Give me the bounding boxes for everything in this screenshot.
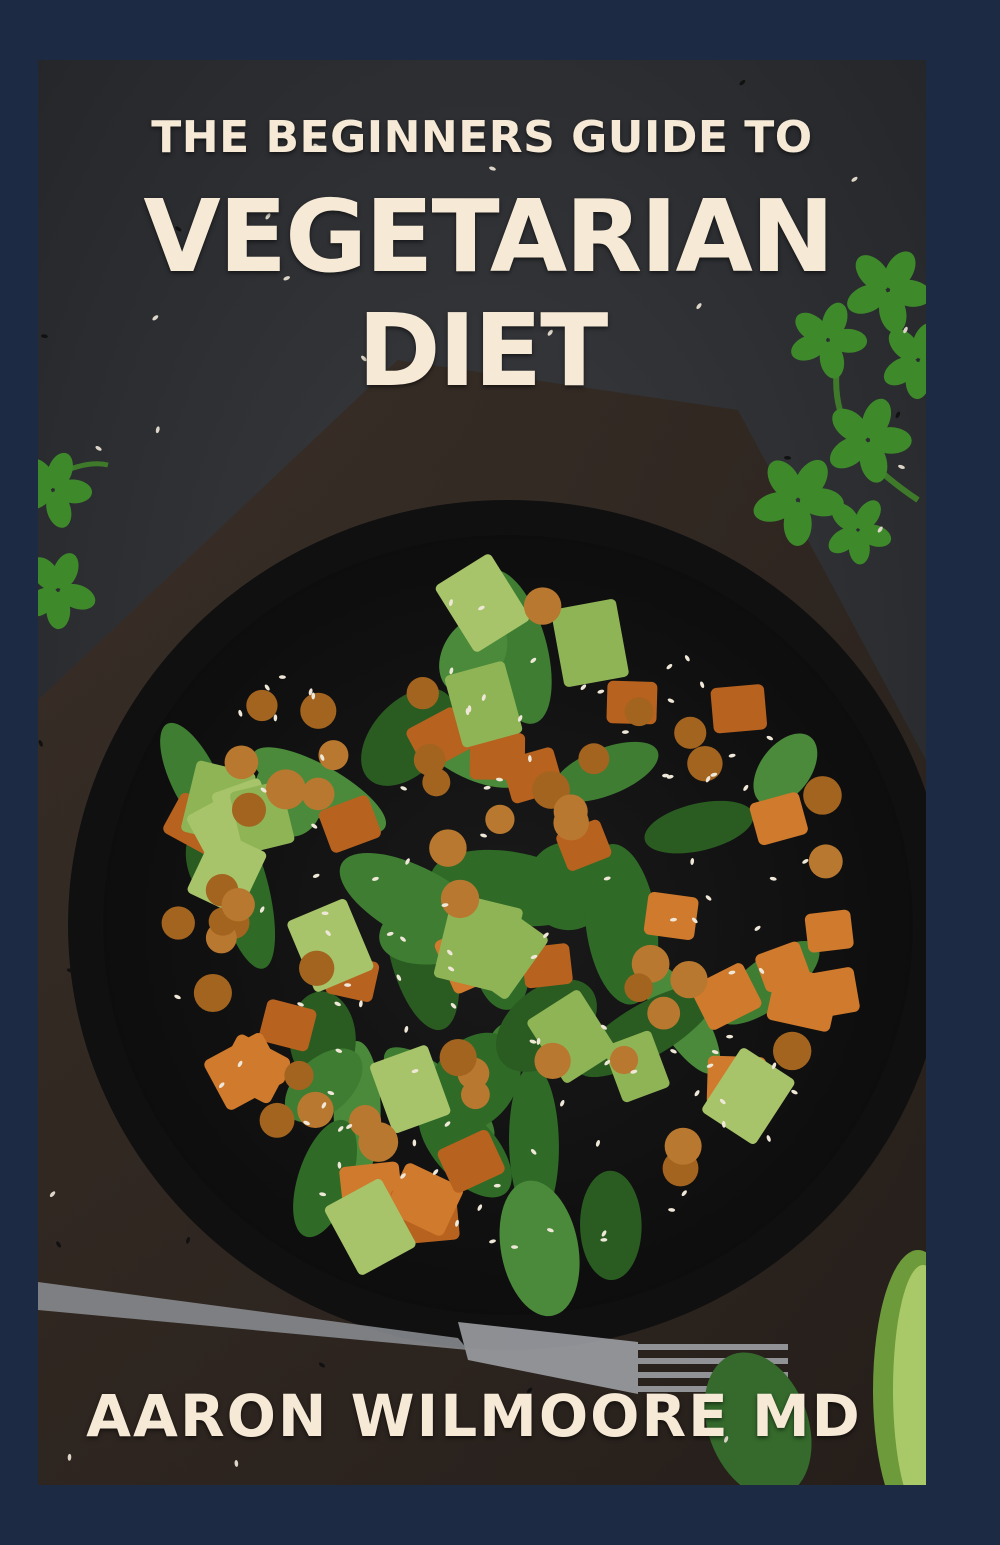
chickpea — [284, 1060, 314, 1091]
sweet-potato-cube — [643, 891, 699, 941]
chickpea — [318, 740, 349, 771]
chickpea — [440, 879, 480, 919]
chickpea — [609, 1045, 639, 1075]
chickpea — [300, 692, 337, 729]
chickpea — [406, 676, 439, 710]
chickpea — [297, 1091, 334, 1129]
title-line-2: DIET — [357, 292, 609, 409]
sweet-potato-cube — [801, 967, 860, 1020]
chickpea — [578, 743, 610, 775]
chickpea — [301, 777, 335, 811]
chickpea — [161, 906, 195, 940]
book-cover: THE BEGINNERS GUIDE TO VEGETARIAN DIET A… — [38, 60, 926, 1485]
chickpea — [358, 1122, 399, 1162]
chickpea — [413, 743, 446, 776]
chickpea — [221, 888, 255, 922]
chickpea — [299, 950, 335, 986]
chickpea — [803, 776, 842, 815]
chickpea — [687, 745, 723, 782]
chickpea — [664, 1127, 702, 1165]
chickpea — [523, 587, 562, 625]
sweet-potato-cube — [804, 909, 854, 953]
avocado-chunk — [551, 599, 629, 687]
chickpea — [553, 794, 588, 829]
chickpea — [670, 961, 708, 999]
chickpea — [231, 792, 267, 827]
chickpea — [772, 1031, 812, 1071]
subtitle: THE BEGINNERS GUIDE TO — [151, 112, 813, 163]
chickpea — [674, 716, 707, 749]
chickpea — [485, 804, 515, 834]
chickpea — [647, 996, 681, 1030]
chickpea — [439, 1038, 477, 1077]
chickpea — [534, 1042, 571, 1080]
sesame-seed — [412, 1139, 417, 1147]
chickpea — [259, 1102, 295, 1138]
title-line-1: VEGETARIAN — [143, 178, 834, 295]
author-name: AARON WILMOORE MD — [86, 1382, 862, 1450]
chickpea — [624, 697, 654, 727]
chickpea — [265, 769, 306, 810]
chickpea — [246, 689, 278, 722]
chickpea — [224, 745, 259, 780]
chickpea — [624, 973, 653, 1002]
chickpea — [808, 844, 843, 879]
sweet-potato-cube — [710, 684, 767, 734]
chickpea — [193, 973, 232, 1013]
chickpea — [429, 829, 467, 867]
